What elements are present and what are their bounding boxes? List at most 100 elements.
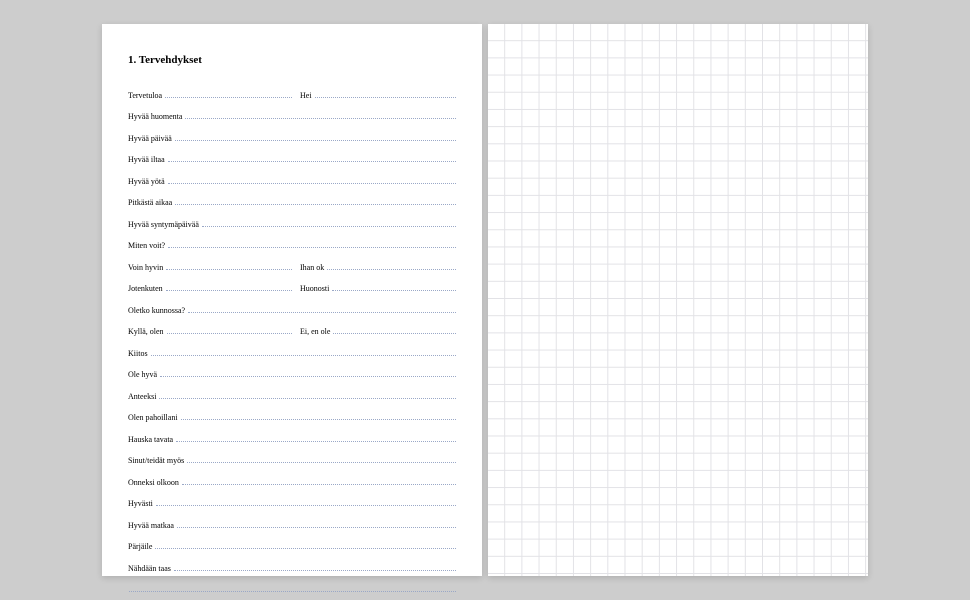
write-line [156,505,456,506]
word-label: Olen pahoillani [128,414,180,422]
word-label: Sinut/teidät myös [128,457,186,465]
write-line [202,226,456,227]
word-row: Pärjäile [128,532,456,551]
word-cell: Hei [292,91,456,99]
word-cell: Ihan ok [292,263,456,271]
word-cell: Tervetuloa [128,91,292,99]
word-label: Hyvää yötä [128,178,167,186]
word-cell: Hyvää matkaa [128,521,456,529]
write-line [165,97,292,98]
word-label: Hei [292,92,314,100]
word-label: Tervetuloa [128,92,164,100]
word-label: Kiitos [128,350,150,358]
word-label: Nähdään taas [128,565,173,573]
write-line [168,247,456,248]
word-row: Hyvää huomenta [128,102,456,121]
word-cell: Kiitos [128,349,456,357]
word-label: Oletko kunnossa? [128,307,187,315]
word-label: Anteeksi [128,393,158,401]
write-line [188,312,456,313]
write-line [181,419,456,420]
write-line [159,398,456,399]
word-row: Kiitos [128,338,456,357]
word-label: Hyvää matkaa [128,522,176,530]
word-label: Ihan ok [292,264,326,272]
word-row: Pitkästä aikaa [128,188,456,207]
word-label: Huonosti [292,285,331,293]
word-cell: Voin hyvin [128,263,292,271]
right-page [488,24,868,576]
word-list: Tervetuloa Hei Hyvää huomenta Hyvää päivää H… [128,80,456,593]
write-line [327,269,456,270]
write-line [160,376,456,377]
word-cell: Onneksi olkoon [128,478,456,486]
word-label: Voin hyvin [128,264,165,272]
write-line [155,548,456,549]
write-line [174,570,456,571]
write-line [168,161,456,162]
write-line [175,140,456,141]
book-spread: 1. Tervehdykset Tervetuloa Hei Hyvää huome… [102,24,868,576]
word-row: Miten voit? [128,231,456,250]
word-label: Hyvää päivää [128,135,174,143]
write-line [176,441,456,442]
word-cell: Kyllä, olen [128,327,292,335]
word-row: Olen pahoillani [128,403,456,422]
write-line [129,591,456,592]
word-row: Nähdään taas [128,553,456,572]
word-label: Onneksi olkoon [128,479,181,487]
write-line [182,484,456,485]
word-cell: Oletko kunnossa? [128,306,456,314]
word-row [128,575,456,594]
word-label: Hauska tavata [128,436,175,444]
write-line [175,204,456,205]
word-cell: Jotenkuten [128,284,292,292]
word-cell: Hyvää syntymäpäivää [128,220,456,228]
word-label: Ole hyvä [128,371,159,379]
write-line [187,462,456,463]
word-cell: Hyvää iltaa [128,155,456,163]
write-line [151,355,456,356]
word-label: Pärjäile [128,543,154,551]
word-row: JotenkutenHuonosti [128,274,456,293]
word-cell: Anteeksi [128,392,456,400]
word-cell: Pärjäile [128,542,456,550]
word-row: Hauska tavata [128,424,456,443]
word-row: Anteeksi [128,381,456,400]
write-line [315,97,456,98]
write-line [166,269,292,270]
word-cell: Olen pahoillani [128,413,456,421]
word-label: Hyvää huomenta [128,113,184,121]
write-line [167,333,292,334]
word-cell: Hauska tavata [128,435,456,443]
write-line [185,118,456,119]
word-cell: Huonosti [292,284,456,292]
word-row: Onneksi olkoon [128,467,456,486]
left-page: 1. Tervehdykset Tervetuloa Hei Hyvää huome… [102,24,482,576]
section-heading: 1. Tervehdykset [128,54,456,66]
word-cell: Nähdään taas [128,564,456,572]
word-label: Hyvää iltaa [128,156,167,164]
word-cell: Ole hyvä [128,370,456,378]
word-cell: Sinut/teidät myös [128,456,456,464]
write-line [166,290,292,291]
word-cell: Miten voit? [128,241,456,249]
word-cell: Hyvää yötä [128,177,456,185]
write-line [332,290,456,291]
word-label: Hyvää syntymäpäivää [128,221,201,229]
word-row: Voin hyvin Ihan ok [128,252,456,271]
word-cell: Hyvää päivää [128,134,456,142]
word-label: Pitkästä aikaa [128,199,174,207]
word-row: Hyvää syntymäpäivää [128,209,456,228]
word-row: Oletko kunnossa? [128,295,456,314]
word-label: Hyvästi [128,500,155,508]
word-row: Hyvää matkaa [128,510,456,529]
write-line [333,333,456,334]
word-label: Miten voit? [128,242,167,250]
word-row: Sinut/teidät myös [128,446,456,465]
write-line [177,527,456,528]
write-line [168,183,456,184]
word-cell: Hyvästi [128,499,456,507]
word-row: Tervetuloa Hei [128,80,456,99]
word-label: Ei, en ole [292,328,332,336]
